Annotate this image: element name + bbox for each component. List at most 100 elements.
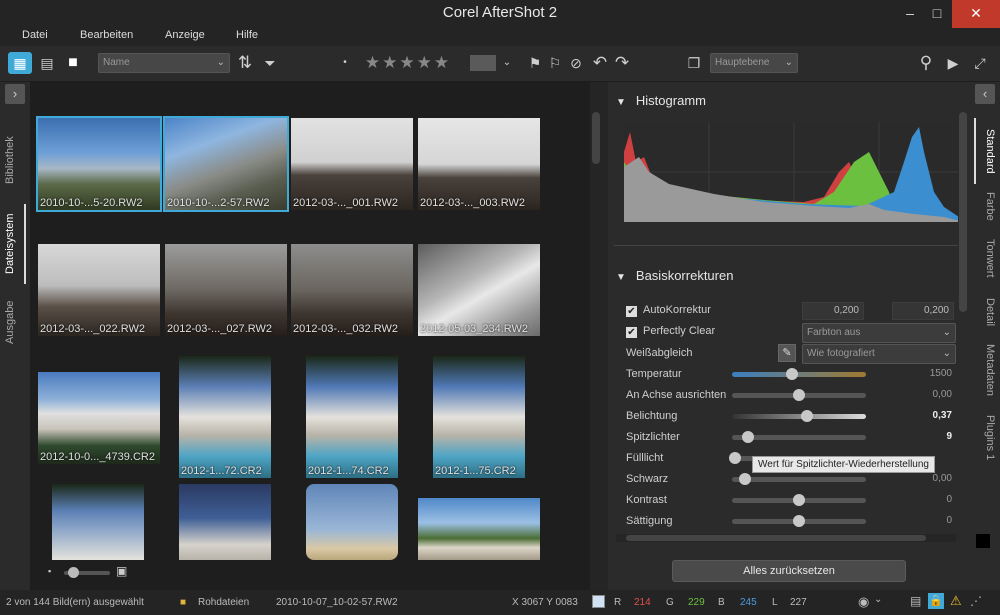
thumbnail[interactable]: 2012-05-03_234.RW2 xyxy=(418,244,540,336)
layer-select[interactable]: Hauptebene ⌄ xyxy=(710,53,798,73)
thumbnail[interactable]: 2012-1...74.CR2 xyxy=(306,356,398,478)
scrollbar-thumb[interactable] xyxy=(626,535,926,541)
menu-anzeige[interactable]: Anzeige xyxy=(165,29,205,41)
slider-knob[interactable] xyxy=(793,494,805,506)
sort-order-icon[interactable]: ⇅ xyxy=(234,52,256,74)
color-label-swatch[interactable] xyxy=(470,55,496,71)
thumbnail[interactable] xyxy=(52,484,144,560)
chevron-down-icon[interactable]: ⌄ xyxy=(874,594,882,605)
slider-knob[interactable] xyxy=(742,431,755,443)
slider-track[interactable] xyxy=(732,515,866,527)
unflag-icon[interactable]: ⊘ xyxy=(566,52,586,74)
minimize-button[interactable]: – xyxy=(895,0,925,28)
tab-ausgabe[interactable]: Ausgabe xyxy=(4,287,26,357)
reset-all-button[interactable]: Alles zurücksetzen xyxy=(672,560,906,582)
slider-knob[interactable] xyxy=(786,368,799,380)
redo-icon[interactable]: ↷ xyxy=(612,52,632,74)
version-icon[interactable]: ❐ xyxy=(684,52,704,74)
slider-knob[interactable] xyxy=(793,515,805,527)
perfectly-clear-checkbox[interactable]: ✔ xyxy=(626,327,637,338)
chevron-right-icon[interactable]: › xyxy=(5,84,25,104)
tab-standard[interactable]: Standard xyxy=(974,118,996,184)
grid-scrollbar[interactable] xyxy=(590,82,608,590)
thumbnail[interactable]: 2012-03-..._032.RW2 xyxy=(291,244,413,336)
search-icon[interactable]: ⚲ xyxy=(915,52,937,74)
flag-reject-icon[interactable]: ⚐ xyxy=(546,52,564,74)
slider-track[interactable] xyxy=(732,473,866,485)
perfectly-clear-select[interactable]: Farbton aus ⌄ xyxy=(802,323,956,343)
tab-farbe[interactable]: Farbe xyxy=(974,186,996,226)
flag-icon[interactable]: ⚑ xyxy=(526,52,544,74)
slider-value[interactable]: 0,37 xyxy=(910,410,952,421)
slider-knob[interactable] xyxy=(739,473,752,485)
basic-section-header[interactable]: ▼ Basiskorrekturen xyxy=(616,268,733,283)
slider-track[interactable] xyxy=(732,494,866,506)
thumbnail[interactable]: 2012-1...75.CR2 xyxy=(433,356,525,478)
panel-h-scrollbar[interactable] xyxy=(616,534,956,542)
undo-icon[interactable]: ↶ xyxy=(590,52,610,74)
autokorrektur-value-2[interactable]: 0,200 xyxy=(892,302,954,320)
fullscreen-icon[interactable]: ⤢ xyxy=(969,52,991,74)
slider-track[interactable] xyxy=(732,410,866,422)
thumbnail[interactable] xyxy=(306,484,398,560)
rating-dot-icon[interactable]: • xyxy=(340,52,350,74)
slider-track[interactable] xyxy=(732,368,866,380)
weissabgleich-select[interactable]: Wie fotografiert ⌄ xyxy=(802,344,956,364)
rating-stars[interactable]: ★★★★★ xyxy=(356,52,460,74)
sort-select[interactable]: Name ⌄ xyxy=(98,53,230,73)
slider-knob[interactable] xyxy=(793,389,805,401)
thumbnail[interactable]: 2012-03-..._027.RW2 xyxy=(165,244,287,336)
autokorrektur-value-1[interactable]: 0,200 xyxy=(802,302,864,320)
slider-value[interactable]: 0 xyxy=(910,515,952,526)
thumbnail[interactable]: 2012-10-0..._4739.CR2 xyxy=(38,372,160,464)
thumbnail[interactable]: 2012-03-..._003.RW2 xyxy=(418,118,540,210)
menu-datei[interactable]: Datei xyxy=(22,29,48,41)
eyedropper-icon[interactable]: ✎ xyxy=(778,344,796,362)
thumbnail[interactable]: 2012-03-..._001.RW2 xyxy=(291,118,413,210)
histogram-section-header[interactable]: ▼ Histogramm xyxy=(616,93,706,108)
slider-knob[interactable] xyxy=(68,567,79,578)
slider-track[interactable] xyxy=(732,389,866,401)
tab-dateisystem[interactable]: Dateisystem xyxy=(4,204,26,284)
grid-view-icon[interactable]: ▦ xyxy=(8,52,32,74)
thumbnail[interactable]: 2010-10-...2-57.RW2 xyxy=(163,116,289,212)
thumbnail[interactable]: 2010-10-...5-20.RW2 xyxy=(36,116,162,212)
slider-value[interactable]: 1500 xyxy=(910,368,952,379)
filmstrip-view-icon[interactable]: ▤ xyxy=(36,52,58,74)
menu-hilfe[interactable]: Hilfe xyxy=(236,29,258,41)
tab-metadaten[interactable]: Metadaten xyxy=(974,338,996,402)
thumbnail[interactable] xyxy=(179,484,271,560)
tab-tonwert[interactable]: Tonwert xyxy=(974,230,996,286)
folder-name[interactable]: Rohdateien xyxy=(198,597,249,608)
chevron-left-icon[interactable]: ‹ xyxy=(975,84,995,104)
slider-knob[interactable] xyxy=(728,452,741,464)
thumbnail[interactable]: 2012-1...72.CR2 xyxy=(179,356,271,478)
single-view-icon[interactable]: ■ xyxy=(62,52,84,74)
grip-icon[interactable]: ⋰ xyxy=(970,594,982,608)
warning-icon[interactable]: ⚠ xyxy=(950,593,962,609)
thumbnail[interactable] xyxy=(418,498,540,560)
thumbnail[interactable]: 2012-03-..._022.RW2 xyxy=(38,244,160,336)
eye-icon[interactable]: ◉ xyxy=(858,594,869,610)
scrollbar-thumb[interactable] xyxy=(959,112,967,312)
thumbnail-size-slider[interactable]: ▪ ▣ xyxy=(48,564,134,580)
monitor-icon[interactable]: ▤ xyxy=(910,594,921,608)
slider-knob[interactable] xyxy=(801,410,814,422)
slider-value[interactable]: 9 xyxy=(910,431,952,442)
slider-value[interactable]: 0,00 xyxy=(910,389,952,400)
tab-detail[interactable]: Detail xyxy=(974,290,996,334)
filter-icon[interactable]: ⏷ xyxy=(260,52,280,74)
menu-bearbeiten[interactable]: Bearbeiten xyxy=(80,29,133,41)
close-button[interactable]: ✕ xyxy=(952,0,1000,28)
autokorrektur-checkbox[interactable]: ✔ xyxy=(626,306,637,317)
slider-value[interactable]: 0,00 xyxy=(910,473,952,484)
lock-icon[interactable]: 🔒 xyxy=(928,593,944,609)
maximize-button[interactable]: □ xyxy=(922,0,952,28)
tab-bibliothek[interactable]: Bibliothek xyxy=(4,120,26,200)
slideshow-icon[interactable]: ▶ xyxy=(941,52,965,74)
slider-track[interactable] xyxy=(732,431,866,443)
panel-v-scrollbar[interactable] xyxy=(958,102,968,526)
tab-plugins[interactable]: Plugins 1 xyxy=(974,406,996,470)
slider-value[interactable]: 0 xyxy=(910,494,952,505)
chevron-down-icon[interactable]: ⌄ xyxy=(500,52,514,74)
